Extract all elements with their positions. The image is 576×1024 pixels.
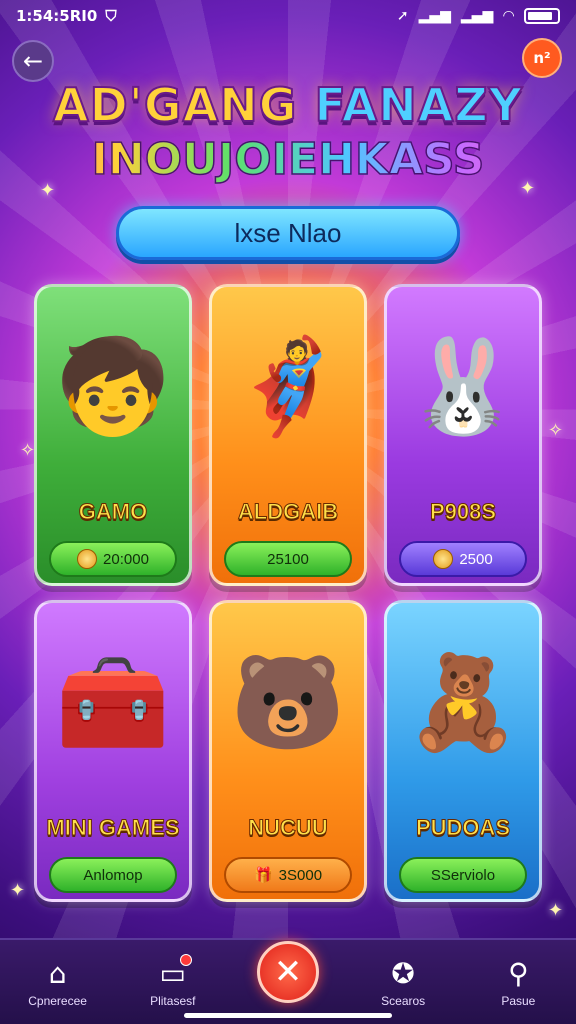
card-price-button[interactable]: 🎁 3S000 bbox=[224, 857, 352, 893]
game-card-gamo[interactable]: 🧒 GAMO 20:000 bbox=[34, 284, 192, 586]
card-price: 25100 bbox=[267, 550, 309, 568]
card-price: Anlomop bbox=[83, 866, 143, 884]
home-indicator[interactable] bbox=[184, 1013, 392, 1018]
back-arrow-icon: ← bbox=[22, 47, 44, 75]
search-icon: ⚲ bbox=[508, 956, 529, 990]
card-label: MINI GAMES bbox=[46, 815, 180, 841]
signal-icon: ▂▄▆ bbox=[460, 8, 494, 24]
card-price-button[interactable]: 2500 bbox=[399, 541, 527, 577]
card-price-button[interactable]: 20:000 bbox=[49, 541, 177, 577]
dancing-hero-icon: 🦸 bbox=[230, 333, 346, 440]
card-price: 3S000 bbox=[278, 866, 323, 884]
nav-label: Pasue bbox=[501, 994, 536, 1008]
shield-icon: ⛉ bbox=[105, 7, 117, 25]
nav-label: Scearos bbox=[381, 994, 426, 1008]
back-button[interactable]: ← bbox=[12, 40, 54, 82]
card-price-button[interactable]: 25100 bbox=[224, 541, 352, 577]
pink-bear-icon: 🧸 bbox=[405, 649, 521, 756]
card-price-button[interactable]: Anlomop bbox=[49, 857, 177, 893]
title-line-2: INOUJOIEHKASS bbox=[0, 133, 576, 186]
sparkle-icon: ✧ bbox=[20, 440, 36, 461]
game-card-p908s[interactable]: 🐰 P908S 2500 bbox=[384, 284, 542, 586]
battery-icon bbox=[524, 8, 560, 24]
sparkle-icon: ✧ bbox=[548, 420, 564, 441]
card-label: P908S bbox=[429, 499, 497, 525]
search-button[interactable]: lxse Nlao bbox=[116, 206, 460, 260]
nav-item-tv[interactable]: ▭ Plitasesf bbox=[123, 954, 223, 1008]
bear-hoodie-icon: 🐻 bbox=[230, 649, 346, 756]
status-bar: 1:54:5RI0 ⛉ ➚ ▂▄▆ ▂▄▆ ◠ bbox=[0, 0, 576, 32]
tv-icon: ▭ bbox=[159, 954, 193, 990]
sparkle-icon: ✦ bbox=[548, 900, 564, 921]
coin-icon bbox=[77, 549, 98, 569]
card-label: NUCUU bbox=[248, 815, 328, 841]
notification-button[interactable]: n² bbox=[522, 38, 562, 78]
nav-item-search[interactable]: ⚲ Pasue bbox=[468, 956, 568, 1009]
coin-icon bbox=[433, 549, 454, 569]
nav-label: Cpnerecee bbox=[28, 994, 87, 1008]
close-icon: ✕ bbox=[256, 941, 319, 1003]
search-button-label: lxse Nlao bbox=[234, 217, 342, 248]
card-label: PUDOAS bbox=[415, 815, 511, 841]
game-card-mini-games[interactable]: 🧰 MINI GAMES Anlomop bbox=[34, 600, 192, 902]
compass-icon: ✪ bbox=[391, 956, 415, 990]
title-line-1: AD'GANG FANAZY bbox=[0, 77, 576, 133]
treasure-chest-icon: 🧰 bbox=[55, 649, 171, 756]
sparkle-icon: ✦ bbox=[10, 880, 26, 901]
bunny-icon: 🐰 bbox=[405, 333, 521, 440]
card-price-button[interactable]: SServiolo bbox=[399, 857, 527, 893]
boy-reading-icon: 🧒 bbox=[55, 333, 171, 440]
title-word-2: FANAZY bbox=[313, 77, 523, 133]
nav-item-close[interactable]: ✕ bbox=[238, 941, 338, 1003]
card-price: 20:000 bbox=[103, 550, 149, 568]
nav-item-explore[interactable]: ✪ Scearos bbox=[353, 956, 453, 1009]
game-card-pudoas[interactable]: 🧸 PUDOAS SServiolo bbox=[384, 600, 542, 902]
bottom-nav: ⌂ Cpnerecee ▭ Plitasesf ✕ ✪ Scearos ⚲ Pa… bbox=[0, 938, 576, 1024]
gift-icon: 🎁 bbox=[253, 867, 273, 884]
title-word-1: AD'GANG bbox=[52, 77, 298, 133]
game-card-nucuu[interactable]: 🐻 NUCUU 🎁 3S000 bbox=[209, 600, 367, 902]
notification-badge: n² bbox=[533, 49, 551, 67]
status-time: 1:54:5RI0 bbox=[16, 7, 98, 25]
game-card-aldgaib[interactable]: 🦸 ALDGAIB 25100 bbox=[209, 284, 367, 586]
nav-arrow-icon: ➚ bbox=[396, 8, 409, 24]
wifi-icon: ◠ bbox=[503, 8, 514, 24]
signal-icon: ▂▄▆ bbox=[418, 8, 451, 24]
nav-item-home[interactable]: ⌂ Cpnerecee bbox=[8, 956, 108, 1009]
nav-label: Plitasesf bbox=[150, 994, 196, 1008]
card-label: ALDGAIB bbox=[237, 499, 339, 525]
card-price: SServiolo bbox=[430, 866, 496, 884]
game-title: AD'GANG FANAZY INOUJOIEHKASS bbox=[0, 77, 576, 186]
card-label: GAMO bbox=[78, 499, 148, 525]
card-price: 2500 bbox=[459, 550, 493, 568]
home-icon: ⌂ bbox=[48, 956, 67, 990]
